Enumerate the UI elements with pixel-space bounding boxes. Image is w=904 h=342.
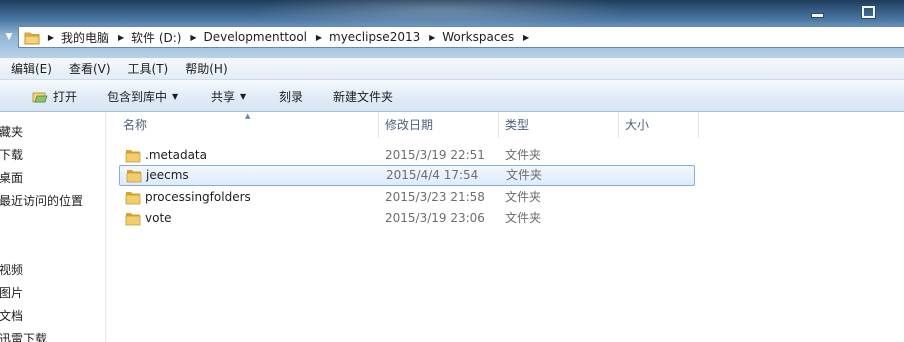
column-header-name[interactable]: 名称 — [117, 112, 379, 138]
file-row[interactable]: .metadata 2015/3/19 22:51 文件夹 — [119, 145, 695, 166]
dropdown-arrow-icon: ▼ — [172, 91, 179, 101]
navigation-pane: 藏夹 下载 桌面 最近访问的位置 视频 图片 文档 迅雷下载 — [0, 112, 106, 342]
chevron-right-icon[interactable]: ▶ — [114, 33, 128, 42]
file-row-selected[interactable]: jeecms 2015/4/4 17:54 文件夹 — [119, 165, 695, 186]
nav-item-thunder-downloads[interactable]: 迅雷下载 — [0, 329, 47, 342]
breadcrumb-computer[interactable]: 我的电脑 — [58, 29, 114, 46]
recent-pages-dropdown-icon[interactable]: ▼ — [2, 30, 16, 44]
file-type: 文件夹 — [506, 168, 543, 182]
address-bar[interactable]: ▶ 我的电脑 ▶ 软件 (D:) ▶ Developmenttool ▶ mye… — [18, 26, 904, 48]
menu-help[interactable]: 帮助(H) — [179, 60, 233, 77]
file-name: jeecms — [146, 168, 189, 182]
share-button[interactable]: 共享 ▼ — [211, 80, 246, 112]
share-label: 共享 — [211, 89, 236, 104]
folder-icon — [125, 190, 141, 205]
file-row[interactable]: vote 2015/3/19 23:06 文件夹 — [119, 208, 695, 229]
menu-bar: 编辑(E) 查看(V) 工具(T) 帮助(H) — [0, 58, 904, 80]
nav-item-pictures[interactable]: 图片 — [0, 283, 23, 303]
include-in-library-button[interactable]: 包含到库中 ▼ — [107, 80, 178, 112]
minimize-button[interactable] — [810, 6, 824, 20]
open-folder-icon — [32, 89, 48, 104]
nav-item-desktop[interactable]: 桌面 — [0, 168, 23, 188]
chevron-right-icon[interactable]: ▶ — [312, 33, 326, 42]
file-type: 文件夹 — [505, 148, 542, 162]
column-header-size[interactable]: 大小 — [619, 112, 699, 138]
breadcrumb-myeclipse2013[interactable]: myeclipse2013 — [326, 30, 425, 44]
folder-icon — [125, 211, 141, 226]
chevron-right-icon[interactable]: ▶ — [425, 33, 439, 42]
breadcrumb-workspaces[interactable]: Workspaces — [439, 30, 519, 44]
new-folder-button[interactable]: 新建文件夹 — [333, 80, 393, 112]
new-folder-label: 新建文件夹 — [333, 89, 394, 104]
folder-icon — [24, 31, 40, 44]
column-header-type[interactable]: 类型 — [499, 112, 619, 138]
breadcrumb-drive-d[interactable]: 软件 (D:) — [128, 29, 186, 46]
open-button[interactable]: 打开 — [32, 80, 77, 112]
command-toolbar: 打开 包含到库中 ▼ 共享 ▼ 刻录 新建文件夹 — [0, 80, 904, 112]
include-library-label: 包含到库中 — [107, 89, 168, 104]
menu-view[interactable]: 查看(V) — [63, 60, 117, 77]
chevron-right-icon[interactable]: ▶ — [519, 33, 533, 42]
file-row[interactable]: processingfolders 2015/3/23 21:58 文件夹 — [119, 187, 695, 208]
column-header-modified[interactable]: 修改日期 — [379, 112, 499, 138]
file-type: 文件夹 — [505, 211, 542, 225]
nav-item-documents[interactable]: 文档 — [0, 306, 23, 326]
breadcrumb-developmenttool[interactable]: Developmenttool — [200, 30, 312, 44]
file-name: .metadata — [145, 148, 207, 162]
file-modified-date: 2015/3/23 21:58 — [385, 190, 485, 204]
nav-item-downloads[interactable]: 下载 — [0, 145, 23, 165]
file-name: processingfolders — [145, 190, 251, 204]
open-label: 打开 — [53, 89, 78, 104]
file-modified-date: 2015/3/19 22:51 — [385, 148, 485, 162]
chevron-right-icon[interactable]: ▶ — [44, 33, 58, 42]
chevron-right-icon[interactable]: ▶ — [186, 33, 200, 42]
nav-item-videos[interactable]: 视频 — [0, 260, 23, 280]
file-modified-date: 2015/4/4 17:54 — [386, 168, 479, 182]
menu-edit[interactable]: 编辑(E) — [5, 60, 58, 77]
nav-item-favorites[interactable]: 藏夹 — [0, 122, 23, 142]
folder-icon — [125, 148, 141, 163]
menu-tools[interactable]: 工具(T) — [122, 60, 175, 77]
file-type: 文件夹 — [505, 190, 542, 204]
dropdown-arrow-icon: ▼ — [240, 91, 247, 101]
file-modified-date: 2015/3/19 23:06 — [385, 211, 485, 225]
burn-label: 刻录 — [279, 89, 304, 104]
burn-button[interactable]: 刻录 — [279, 80, 303, 112]
maximize-button[interactable] — [862, 6, 875, 18]
file-list-pane: ▲ 名称 修改日期 类型 大小 .metadata 2015/3/19 22:5… — [107, 112, 904, 342]
nav-item-recent-places[interactable]: 最近访问的位置 — [0, 191, 83, 211]
folder-icon — [126, 168, 142, 183]
file-name: vote — [145, 211, 172, 225]
